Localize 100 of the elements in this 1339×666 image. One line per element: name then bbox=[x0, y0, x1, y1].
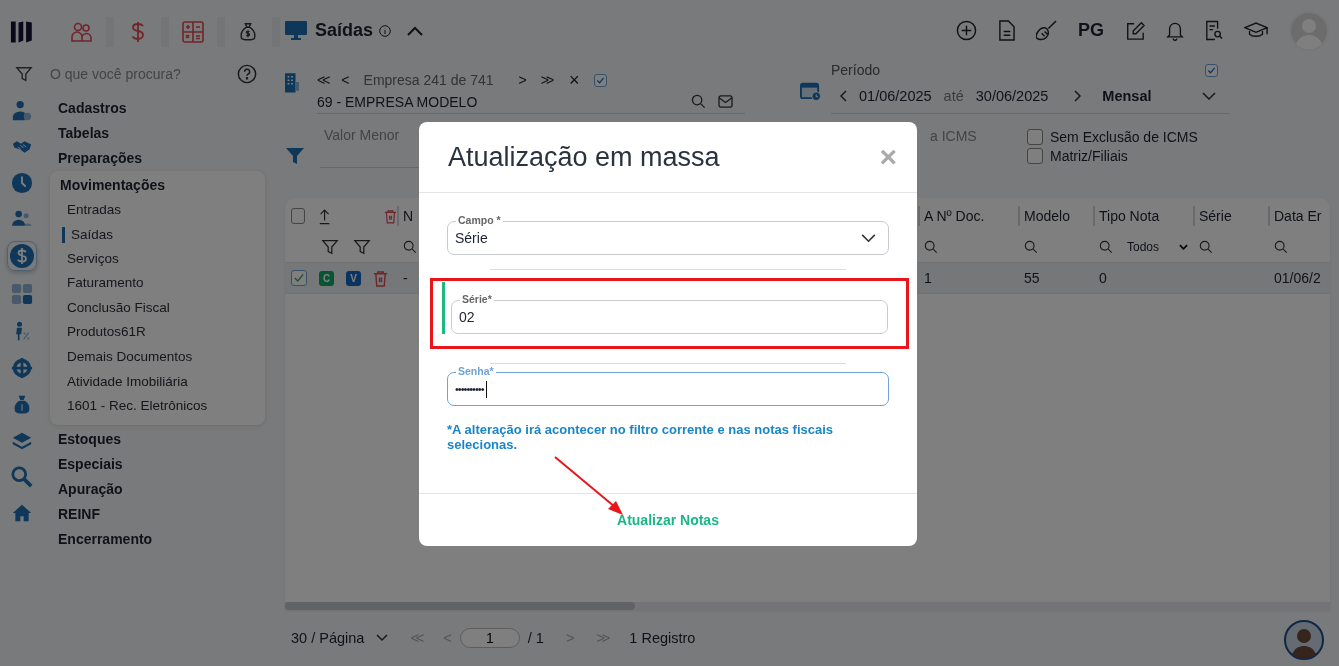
clear-button[interactable]: × bbox=[569, 69, 580, 91]
search-icon[interactable] bbox=[1024, 240, 1038, 255]
period-mode[interactable]: Mensal bbox=[1102, 87, 1152, 104]
dollar-icon[interactable] bbox=[7, 241, 37, 271]
gear-icon[interactable] bbox=[11, 357, 33, 379]
assistant-avatar[interactable] bbox=[1284, 620, 1324, 660]
calculator-icon[interactable] bbox=[181, 20, 205, 44]
home-icon[interactable] bbox=[11, 503, 33, 523]
row-checkbox[interactable] bbox=[291, 270, 307, 287]
previous-button[interactable]: < bbox=[341, 72, 350, 89]
menu-item[interactable]: Preparações bbox=[58, 146, 265, 171]
document-search-icon[interactable] bbox=[1205, 20, 1223, 42]
column-header[interactable]: A Nº Doc. bbox=[924, 208, 985, 225]
previous-icon[interactable] bbox=[839, 89, 847, 102]
scrollbar-thumb[interactable] bbox=[285, 602, 635, 611]
period-label: Período bbox=[831, 62, 881, 79]
mail-icon[interactable] bbox=[718, 95, 733, 109]
filter-icon[interactable] bbox=[15, 65, 33, 83]
submenu-item[interactable]: Saídas bbox=[62, 226, 265, 243]
filter-icon[interactable] bbox=[285, 145, 305, 166]
status-badge[interactable]: C bbox=[319, 270, 334, 286]
search-icon[interactable] bbox=[11, 466, 33, 488]
menu-item[interactable]: Estoques bbox=[58, 426, 265, 452]
record-count: 1 Registro bbox=[629, 630, 696, 647]
document-icon[interactable] bbox=[998, 20, 1015, 42]
table-cell: - bbox=[403, 270, 408, 287]
checkbox-label: Matriz/Filiais bbox=[1050, 147, 1128, 164]
submenu-item[interactable]: Demais Documentos bbox=[60, 344, 265, 370]
start-date[interactable]: 01/06/2025 bbox=[859, 87, 932, 104]
people-icon[interactable] bbox=[70, 20, 95, 44]
add-icon[interactable] bbox=[956, 20, 977, 42]
people-icon[interactable] bbox=[11, 209, 33, 229]
status-badge[interactable]: V bbox=[346, 270, 361, 286]
search-icon[interactable] bbox=[1099, 240, 1113, 255]
column-header[interactable]: Modelo bbox=[1024, 208, 1070, 225]
help-icon[interactable] bbox=[237, 64, 257, 84]
filter-icon[interactable] bbox=[353, 238, 371, 257]
menu-item[interactable]: Apuração bbox=[58, 476, 265, 502]
page-title: Saídas bbox=[315, 20, 374, 42]
collapse-icon[interactable] bbox=[407, 25, 424, 36]
next-icon[interactable] bbox=[1074, 89, 1083, 102]
calculator-icon[interactable] bbox=[11, 283, 33, 305]
menu-item[interactable]: Tabelas bbox=[58, 121, 265, 146]
select-all-checkbox[interactable] bbox=[291, 208, 306, 225]
column-header[interactable]: N bbox=[403, 208, 414, 225]
type-select[interactable]: Todos bbox=[1127, 240, 1189, 255]
search-icon[interactable] bbox=[403, 240, 417, 255]
company-name: 69 - EMPRESA MODELO bbox=[317, 93, 478, 110]
check-icon bbox=[595, 75, 605, 85]
submenu-item[interactable]: Entradas bbox=[60, 198, 265, 223]
next-button[interactable]: > bbox=[518, 72, 527, 89]
menu-item[interactable]: Encerramento bbox=[58, 526, 265, 552]
page-field[interactable]: 1 bbox=[459, 628, 520, 649]
checkbox[interactable] bbox=[1027, 128, 1043, 145]
first-button[interactable]: << bbox=[317, 72, 328, 89]
menu-item[interactable]: Especiais bbox=[58, 451, 265, 477]
user-gear-icon[interactable] bbox=[11, 100, 33, 122]
menu-item[interactable]: REINF bbox=[58, 501, 265, 527]
submenu-item[interactable]: Serviços bbox=[60, 246, 265, 272]
toolbar-label[interactable]: PG bbox=[1078, 20, 1104, 42]
page-total: / 1 bbox=[527, 630, 544, 647]
info-icon[interactable] bbox=[379, 24, 392, 37]
last-button[interactable]: >> bbox=[540, 72, 552, 89]
column-header[interactable]: Série bbox=[1199, 208, 1232, 225]
upload-icon[interactable] bbox=[319, 206, 331, 226]
search-icon[interactable] bbox=[1199, 240, 1213, 255]
chevron-down-icon bbox=[1179, 244, 1189, 251]
menu-item[interactable]: Cadastros bbox=[58, 96, 265, 121]
edit-icon[interactable] bbox=[1125, 20, 1145, 41]
money-bag-icon[interactable] bbox=[12, 394, 32, 416]
checkbox[interactable] bbox=[593, 73, 607, 87]
search-icon[interactable] bbox=[924, 240, 938, 255]
clock-icon[interactable] bbox=[11, 172, 33, 194]
date-separator: até bbox=[943, 87, 964, 104]
end-date[interactable]: 30/06/2025 bbox=[975, 87, 1049, 104]
submenu-item[interactable]: Conclusão Fiscal bbox=[60, 295, 265, 321]
dialog-title: Atualização em massa bbox=[448, 141, 720, 173]
submenu-item[interactable]: 1601 - Rec. Eletrônicos bbox=[60, 394, 265, 419]
search-icon[interactable] bbox=[1274, 240, 1288, 255]
trash-icon[interactable] bbox=[373, 269, 388, 287]
menu-item[interactable]: Movimentações bbox=[60, 173, 265, 198]
checkbox[interactable] bbox=[1027, 147, 1043, 164]
bell-icon[interactable] bbox=[1166, 20, 1184, 42]
column-header[interactable]: Data Er bbox=[1274, 208, 1322, 225]
layers-icon[interactable] bbox=[11, 431, 33, 451]
column-header[interactable]: Tipo Nota bbox=[1099, 208, 1160, 225]
logo-icon bbox=[10, 19, 35, 45]
filter-icon[interactable] bbox=[321, 238, 339, 257]
close-button[interactable]: × bbox=[879, 140, 897, 174]
chevron-down-icon[interactable] bbox=[1202, 91, 1216, 100]
checkbox[interactable] bbox=[1205, 63, 1218, 77]
note-text: *A alteração irá acontecer no filtro corrente e nas notas fiscais selecionas. bbox=[447, 422, 835, 452]
page-size-select[interactable]: 30 / Página bbox=[291, 630, 389, 647]
submenu-item[interactable]: Produtos61R bbox=[60, 320, 265, 345]
submenu-item[interactable]: Atividade Imobiliária bbox=[60, 369, 265, 395]
search-icon[interactable] bbox=[691, 94, 706, 110]
update-button[interactable]: Atualizar Notas bbox=[611, 508, 725, 532]
submenu-item[interactable]: Faturamento bbox=[60, 271, 265, 296]
trash-icon[interactable] bbox=[384, 207, 397, 225]
broom-icon[interactable] bbox=[1036, 20, 1057, 42]
